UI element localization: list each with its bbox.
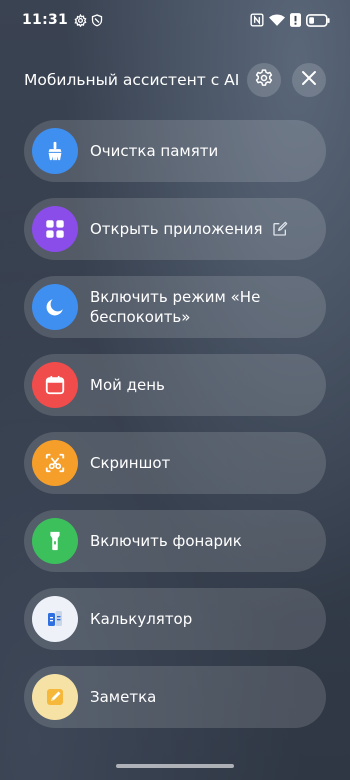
close-button[interactable] [292, 63, 326, 97]
wifi-icon [269, 14, 285, 27]
close-icon [301, 70, 317, 90]
status-bar: 11:31 [0, 0, 350, 40]
gear-icon [74, 13, 87, 27]
edit-icon[interactable] [272, 221, 288, 237]
action-flashlight[interactable]: Включить фонарик [24, 510, 326, 572]
action-clean-memory[interactable]: Очистка памяти [24, 120, 326, 182]
calculator-icon [32, 596, 78, 642]
moon-icon [32, 284, 78, 330]
page-title: Мобильный ассистент с AI [24, 71, 240, 89]
apps-grid-icon [32, 206, 78, 252]
scissors-icon [32, 440, 78, 486]
gear-icon [254, 68, 274, 92]
action-label: Включить фонарик [90, 532, 242, 550]
action-label: Включить режим «Не беспокоить» [90, 288, 261, 326]
shield-icon [91, 13, 103, 27]
action-label: Скриншот [90, 454, 171, 472]
action-screenshot[interactable]: Скриншот [24, 432, 326, 494]
flashlight-icon [32, 518, 78, 564]
header: Мобильный ассистент с AI [24, 62, 326, 98]
battery-icon [306, 13, 330, 27]
alert-icon [290, 13, 301, 27]
assistant-actions-list: Очистка памяти Открыть приложения Включи… [24, 120, 326, 744]
calendar-icon [32, 362, 78, 408]
status-time: 11:31 [22, 12, 69, 28]
broom-icon [32, 128, 78, 174]
action-label: Калькулятор [90, 610, 193, 628]
settings-button[interactable] [247, 63, 282, 97]
action-my-day[interactable]: Мой день [24, 354, 326, 416]
action-label: Очистка памяти [90, 142, 219, 160]
action-open-apps[interactable]: Открыть приложения [24, 198, 326, 260]
action-label: Мой день [90, 376, 165, 394]
action-note[interactable]: Заметка [24, 666, 326, 728]
action-do-not-disturb[interactable]: Включить режим «Не беспокоить» [24, 276, 326, 338]
action-calculator[interactable]: Калькулятор [24, 588, 326, 650]
note-icon [32, 674, 78, 720]
action-label: Открыть приложения [90, 220, 263, 238]
home-indicator[interactable] [116, 764, 234, 768]
action-label: Заметка [90, 688, 157, 706]
nfc-icon [250, 13, 264, 27]
